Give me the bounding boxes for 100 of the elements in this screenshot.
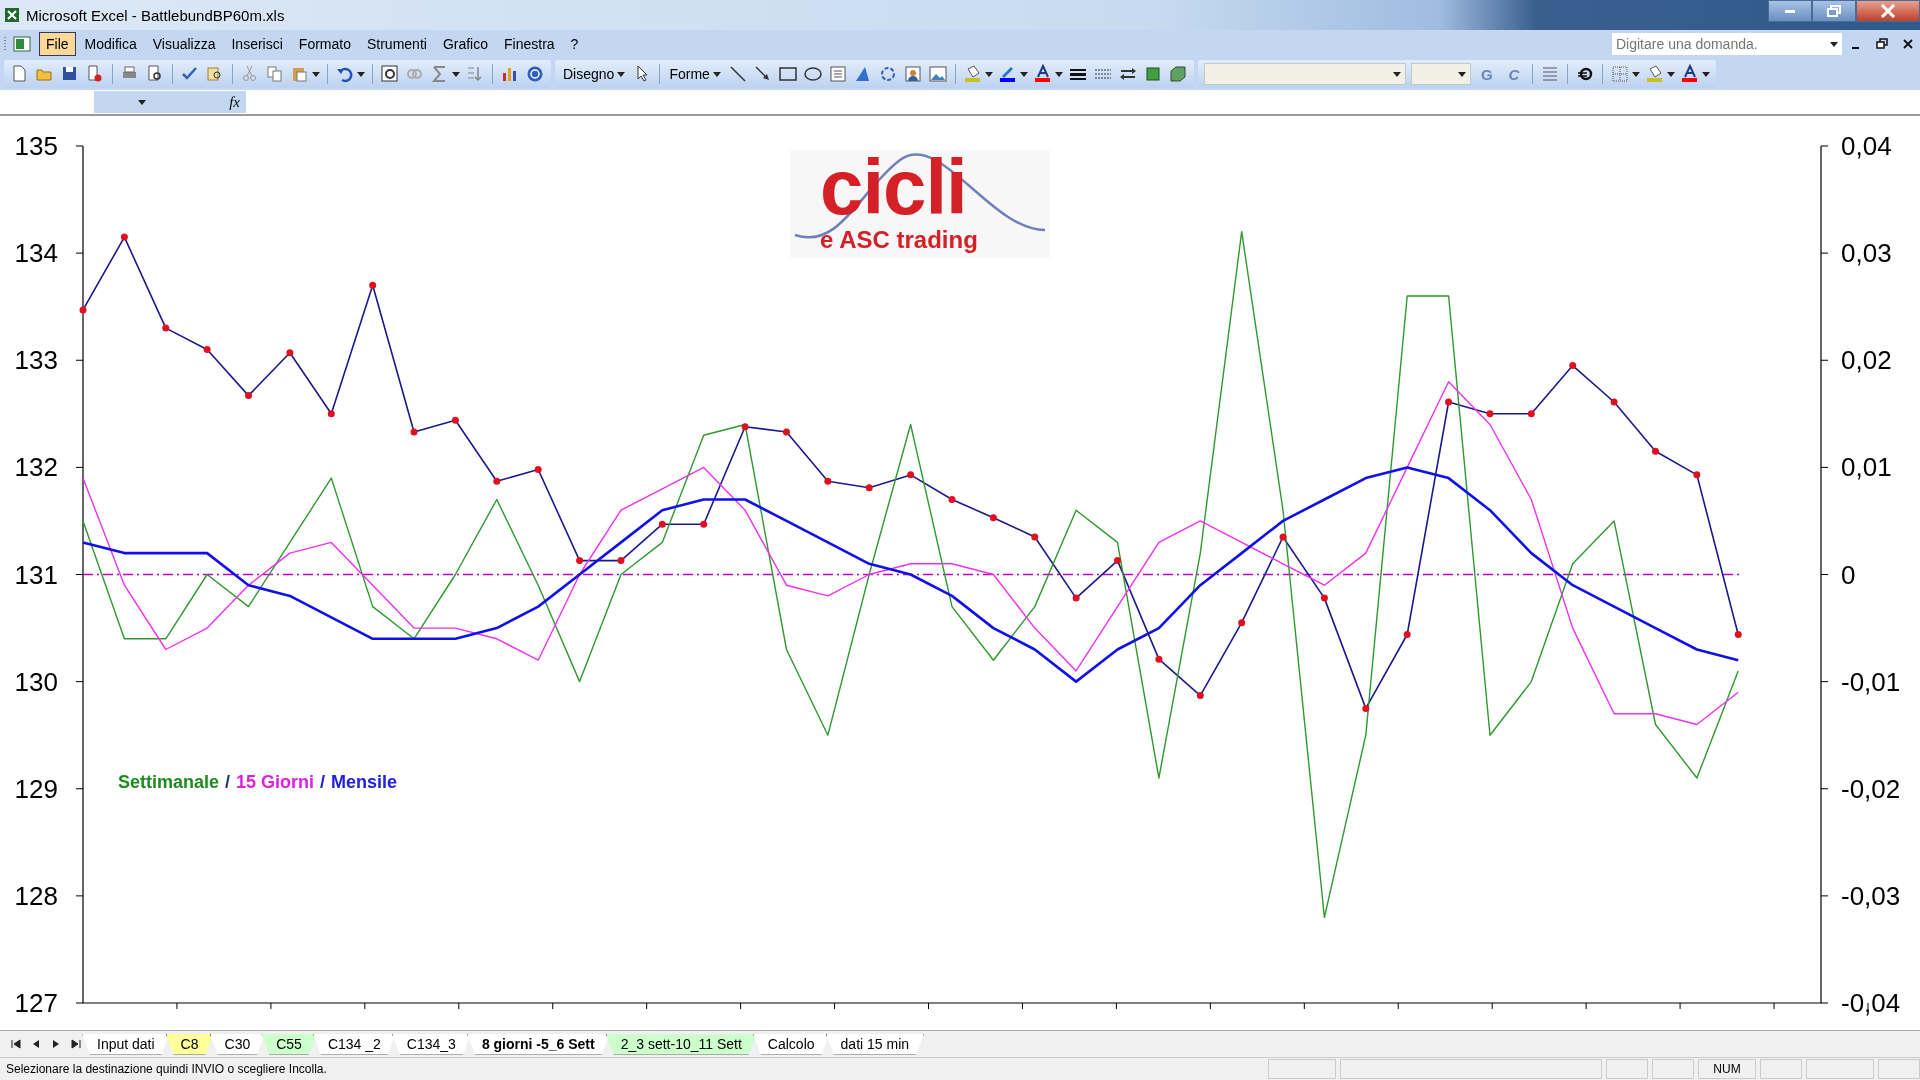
data-point [1403,631,1411,638]
data-point [1072,594,1080,602]
axis-label: 128 [14,880,58,911]
font-color-icon[interactable] [1032,64,1053,84]
clip-art-icon[interactable] [902,64,923,84]
first-sheet-icon[interactable] [11,1039,21,1049]
copy-icon[interactable] [265,64,285,84]
menu-item[interactable]: ? [563,32,586,56]
data-point [1238,619,1246,627]
caret-icon[interactable] [1054,71,1063,77]
menu-item[interactable]: Finestra [497,32,562,56]
sheet-tab[interactable]: 8 giorni -5_6 Sett [466,1033,610,1055]
data-point [1652,447,1659,455]
data-point [1445,398,1453,406]
menu-item[interactable]: File [39,32,76,56]
status-message: Selezionare la destinazione quindi INVIO o scegliere Incolla. [6,1062,327,1076]
caret-icon[interactable] [1631,71,1640,77]
draw-menu-button[interactable]: Disegno [561,66,628,82]
data-point [410,428,418,436]
data-point [245,392,252,400]
data-point [1362,704,1370,712]
legend-label: / [320,772,326,793]
cube-icon[interactable] [1167,64,1188,84]
axis-label: 0,04 [1841,131,1892,161]
help-search-field[interactable]: Digitare una domanda. [1612,33,1842,55]
data-point [700,520,708,528]
font-color-icon[interactable] [1679,64,1700,84]
sheet-tab[interactable]: C134 _2 [312,1033,396,1055]
axis-label: -0,02 [1841,773,1901,804]
data-point [741,423,749,431]
data-point [369,281,377,289]
sheet-tab[interactable]: Calcolo [752,1033,830,1055]
sheet-tab[interactable]: C55 [261,1033,317,1055]
line-icon[interactable] [727,64,748,84]
rectangle-icon[interactable] [777,64,798,84]
axis-label: 133 [14,345,58,376]
restore-icon [1827,5,1841,17]
data-point [1155,655,1163,663]
data-point [1279,533,1287,541]
data-point [783,428,790,436]
close-button[interactable] [1856,0,1920,22]
caret-icon[interactable] [312,71,320,77]
caret-icon[interactable] [1701,71,1710,77]
menu-item[interactable]: Grafico [435,32,495,56]
restore-icon[interactable] [1876,38,1888,50]
window-title: Microsoft Excel - BattlebundBP60m.xls [26,6,285,24]
data-point [1196,692,1204,700]
axis-label: 131 [14,559,58,590]
axis-label: -0,01 [1841,666,1901,697]
restore-button[interactable] [1812,0,1856,22]
minimize-button[interactable] [1768,0,1812,22]
axis-label: 0,01 [1841,452,1892,483]
shapes-menu-button[interactable]: Forme [667,66,723,82]
logo-subtitle: e ASC trading [820,226,978,254]
pen-icon[interactable] [997,64,1018,84]
data-point [576,557,584,565]
close-icon[interactable] [1902,38,1914,50]
menu-item[interactable]: Modifica [77,32,144,56]
sheet-tab[interactable]: C8 [165,1033,214,1055]
data-point [120,233,128,241]
sheet-tab[interactable]: 2_3 sett-10_11 Sett [605,1033,757,1055]
image-icon[interactable] [927,64,948,84]
axis-label: 135 [14,131,58,161]
previous-sheet-icon[interactable] [31,1039,41,1049]
fill-bucket-icon[interactable] [1644,64,1665,84]
sheet-tab[interactable]: C134_3 [391,1033,471,1055]
chart-sheet-icon[interactable] [13,34,33,54]
data-point [824,477,832,485]
data-point [79,306,87,314]
menu-item[interactable]: Formato [291,32,358,56]
num-lock-indicator: NUM [1698,1059,1756,1079]
legend-label: Mensile [331,772,398,793]
next-sheet-icon[interactable] [51,1039,61,1049]
caret-icon[interactable] [1666,71,1675,77]
menu-item[interactable]: Visualizza [145,32,223,56]
axis-label: 127 [14,988,58,1018]
data-point [451,416,459,424]
data-point [1693,471,1701,479]
sheet-tab[interactable]: dati 15 min [825,1033,925,1055]
close-icon [1880,4,1896,18]
help-icon[interactable] [525,64,545,84]
menu-item[interactable]: Strumenti [359,32,434,56]
data-point [1114,557,1121,565]
minimize-icon [1785,9,1795,13]
menu-item[interactable]: Inserisci [224,32,290,56]
sheet-tab[interactable]: Input dati [82,1033,170,1055]
ellipse-icon[interactable] [802,64,823,84]
last-sheet-icon[interactable] [71,1039,81,1049]
fill-bucket-icon[interactable] [962,64,983,84]
caret-icon[interactable] [452,71,460,77]
caret-icon[interactable] [1019,71,1028,77]
data-point [493,477,501,485]
function-label[interactable]: fx [156,91,246,113]
caret-icon[interactable] [984,71,993,77]
data-point [1734,631,1742,638]
axis-label: -0,04 [1841,988,1901,1018]
axis-label: 129 [14,773,58,804]
data-point [1610,398,1618,406]
caret-icon [712,71,721,77]
caret-icon[interactable] [357,71,365,77]
